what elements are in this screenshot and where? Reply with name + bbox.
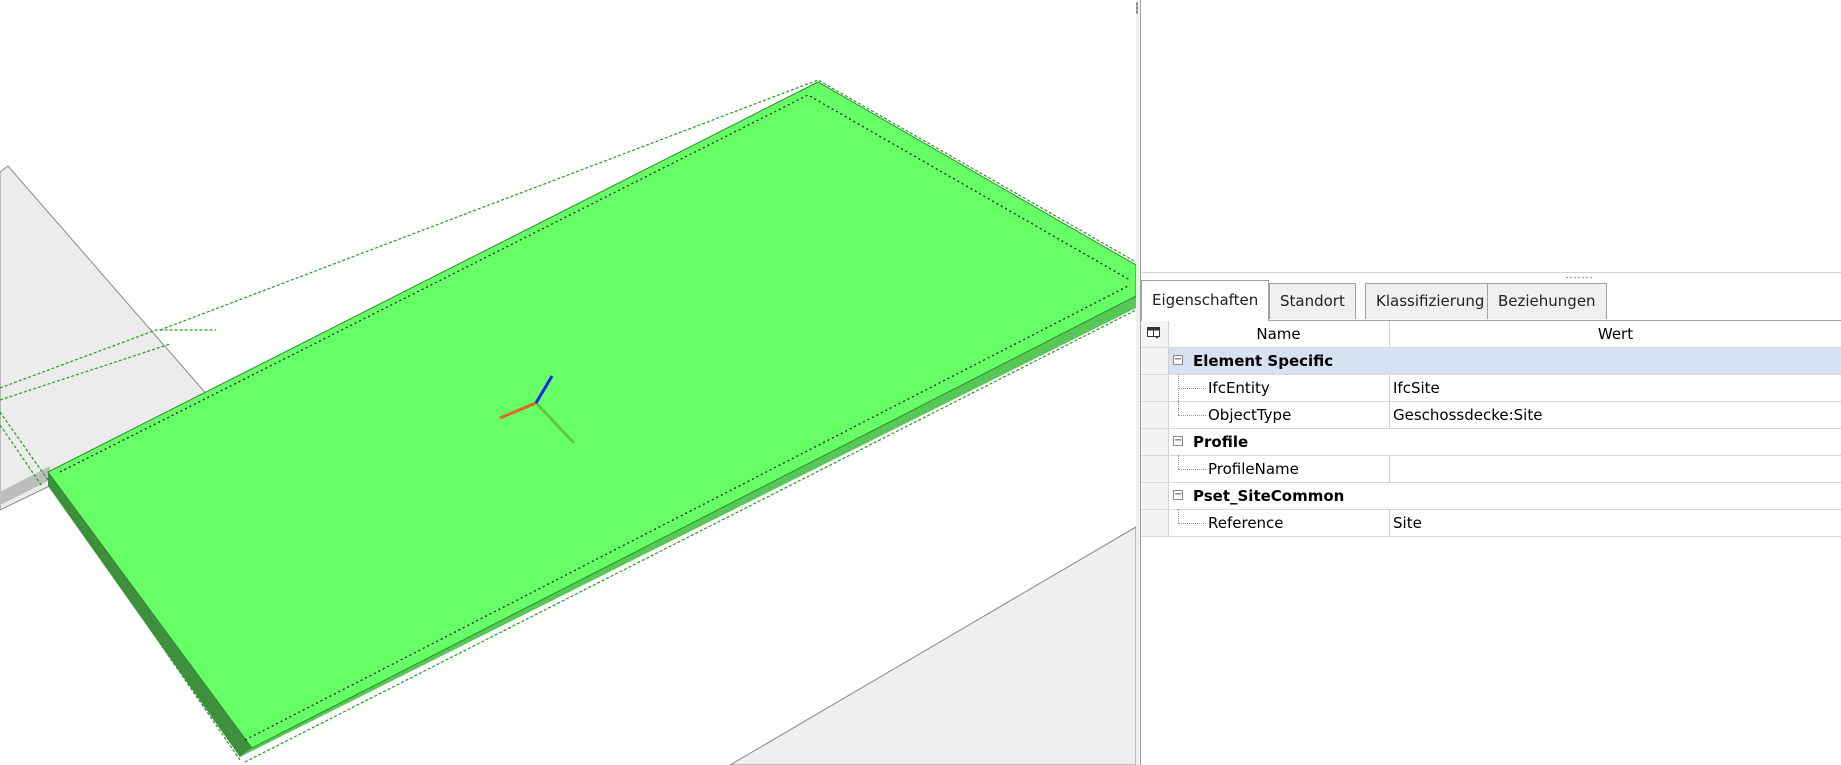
property-row[interactable]: ProfileName <box>1141 455 1841 483</box>
collapse-icon[interactable]: − <box>1173 490 1183 500</box>
group-row[interactable]: − Profile <box>1141 429 1841 456</box>
property-name: ObjectType <box>1208 406 1292 424</box>
property-value: IfcSite <box>1393 379 1440 397</box>
upper-empty-pane <box>1141 0 1841 273</box>
property-row[interactable]: ObjectType Geschossdecke:Site <box>1141 401 1841 429</box>
property-value: Geschossdecke:Site <box>1393 406 1543 424</box>
collapse-icon[interactable]: − <box>1173 436 1183 446</box>
group-row[interactable]: − Element Specific <box>1141 348 1841 375</box>
grid-header: Name Wert <box>1141 321 1841 348</box>
column-chooser-button[interactable] <box>1141 321 1169 347</box>
group-row[interactable]: − Pset_SiteCommon <box>1141 483 1841 510</box>
properties-panel: Eigenschaften Standort Klassifizierung B… <box>1140 0 1841 765</box>
tab-klassifizierung[interactable]: Klassifizierung <box>1365 283 1496 319</box>
horizontal-splitter-grip-icon[interactable] <box>1565 276 1593 279</box>
row-header <box>1141 429 1169 455</box>
property-row[interactable]: Reference Site <box>1141 509 1841 537</box>
tab-standort[interactable]: Standort <box>1269 283 1356 319</box>
splitter-grip-icon <box>1136 2 1138 14</box>
row-header <box>1141 402 1169 428</box>
group-label: Profile <box>1193 433 1249 451</box>
property-name: Reference <box>1208 514 1284 532</box>
tab-beziehungen[interactable]: Beziehungen <box>1487 283 1607 319</box>
row-header <box>1141 348 1169 374</box>
table-settings-icon <box>1147 327 1160 339</box>
collapse-icon[interactable]: − <box>1173 355 1183 365</box>
row-header <box>1141 375 1169 401</box>
scene-canvas[interactable] <box>0 0 1136 765</box>
property-name: IfcEntity <box>1208 379 1270 397</box>
column-header-name[interactable]: Name <box>1168 321 1390 347</box>
ground-plane <box>729 526 1136 765</box>
property-row[interactable]: IfcEntity IfcSite <box>1141 374 1841 402</box>
property-value: Site <box>1393 514 1422 532</box>
group-label: Pset_SiteCommon <box>1193 487 1345 505</box>
row-header <box>1141 483 1169 509</box>
property-name: ProfileName <box>1208 460 1299 478</box>
row-header <box>1141 510 1169 536</box>
tab-bar: Eigenschaften Standort Klassifizierung B… <box>1141 280 1841 321</box>
tab-eigenschaften[interactable]: Eigenschaften <box>1141 280 1270 321</box>
column-header-value[interactable]: Wert <box>1390 321 1841 347</box>
3d-viewport[interactable] <box>0 0 1136 765</box>
property-grid: Name Wert − Element Specific IfcEntity I… <box>1141 321 1841 765</box>
row-header <box>1141 456 1169 482</box>
group-label: Element Specific <box>1193 352 1334 370</box>
